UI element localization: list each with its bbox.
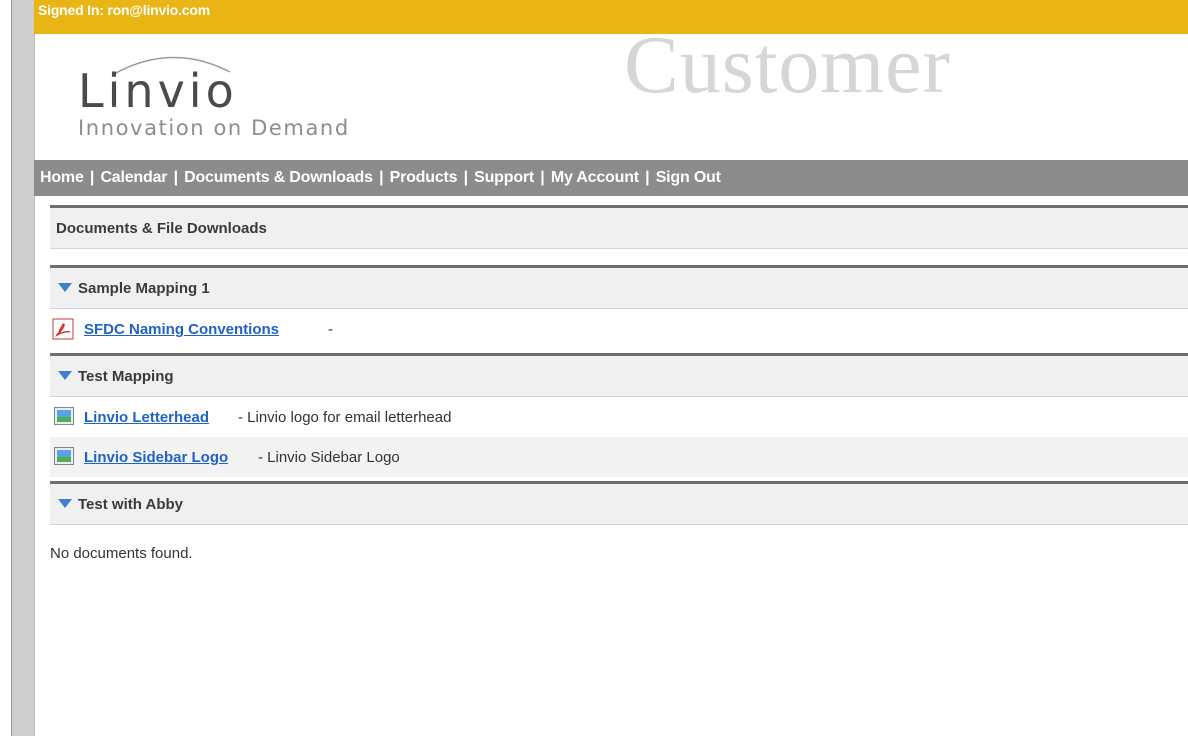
logo-tagline: Innovation on Demand xyxy=(78,116,350,140)
section-header: Documents & File Downloads xyxy=(50,205,1188,249)
portal-frame: Signed In: ron@linvio.com Customer Linvi… xyxy=(34,0,1188,736)
expand-triangle-icon[interactable] xyxy=(58,371,72,380)
document-link[interactable]: Linvio Sidebar Logo xyxy=(84,449,228,466)
document-link[interactable]: SFDC Naming Conventions xyxy=(84,321,279,338)
sidebar-strip xyxy=(12,0,35,736)
group-title: Sample Mapping 1 xyxy=(78,280,210,297)
document-link[interactable]: Linvio Letterhead xyxy=(84,409,209,426)
documents-content: Documents & File Downloads Sample Mappin… xyxy=(50,205,1188,565)
logo-name: Linvio xyxy=(78,64,238,118)
nav-sign-out[interactable]: Sign Out xyxy=(656,169,721,186)
document-row: SFDC Naming Conventions - xyxy=(50,309,1188,349)
nav-home[interactable]: Home xyxy=(40,169,84,186)
document-description: - Linvio logo for email letterhead xyxy=(238,409,452,426)
nav-products[interactable]: Products xyxy=(390,169,458,186)
empty-state: No documents found. xyxy=(50,525,1188,565)
nav-support[interactable]: Support xyxy=(474,169,534,186)
empty-message: No documents found. xyxy=(50,545,193,562)
signin-bar: Signed In: ron@linvio.com xyxy=(34,0,1188,34)
document-description: - xyxy=(328,321,333,338)
nav-separator: | xyxy=(379,169,384,186)
group-header-sample-mapping-1[interactable]: Sample Mapping 1 xyxy=(50,265,1188,309)
nav-calendar[interactable]: Calendar xyxy=(100,169,167,186)
nav-separator: | xyxy=(89,169,95,186)
portal-watermark: Customer xyxy=(624,19,951,110)
nav-my-account[interactable]: My Account xyxy=(551,169,639,186)
document-row: Linvio Sidebar Logo - Linvio Sidebar Log… xyxy=(50,437,1188,477)
pdf-icon xyxy=(52,318,74,340)
document-description: - Linvio Sidebar Logo xyxy=(258,449,400,466)
nav-separator: | xyxy=(173,169,178,186)
signed-in-text: Signed In: ron@linvio.com xyxy=(38,2,210,18)
page-title: Documents & File Downloads xyxy=(56,220,267,237)
nav-separator: | xyxy=(540,169,545,186)
image-file-icon xyxy=(54,447,74,465)
group-header-test-mapping[interactable]: Test Mapping xyxy=(50,353,1188,397)
nav-documents-downloads[interactable]: Documents & Downloads xyxy=(184,169,373,186)
group-title: Test with Abby xyxy=(78,496,183,513)
nav-separator: | xyxy=(645,169,650,186)
group-title: Test Mapping xyxy=(78,368,174,385)
nav-links: Home | Calendar | Documents & Downloads … xyxy=(40,169,721,187)
group-header-test-with-abby[interactable]: Test with Abby xyxy=(50,481,1188,525)
expand-triangle-icon[interactable] xyxy=(58,499,72,508)
linvio-logo[interactable]: Linvio Innovation on Demand xyxy=(78,48,478,148)
expand-triangle-icon[interactable] xyxy=(58,283,72,292)
nav-separator: | xyxy=(463,169,468,186)
document-row: Linvio Letterhead - Linvio logo for emai… xyxy=(50,397,1188,437)
main-nav: Home | Calendar | Documents & Downloads … xyxy=(34,160,1188,196)
image-file-icon xyxy=(54,407,74,425)
